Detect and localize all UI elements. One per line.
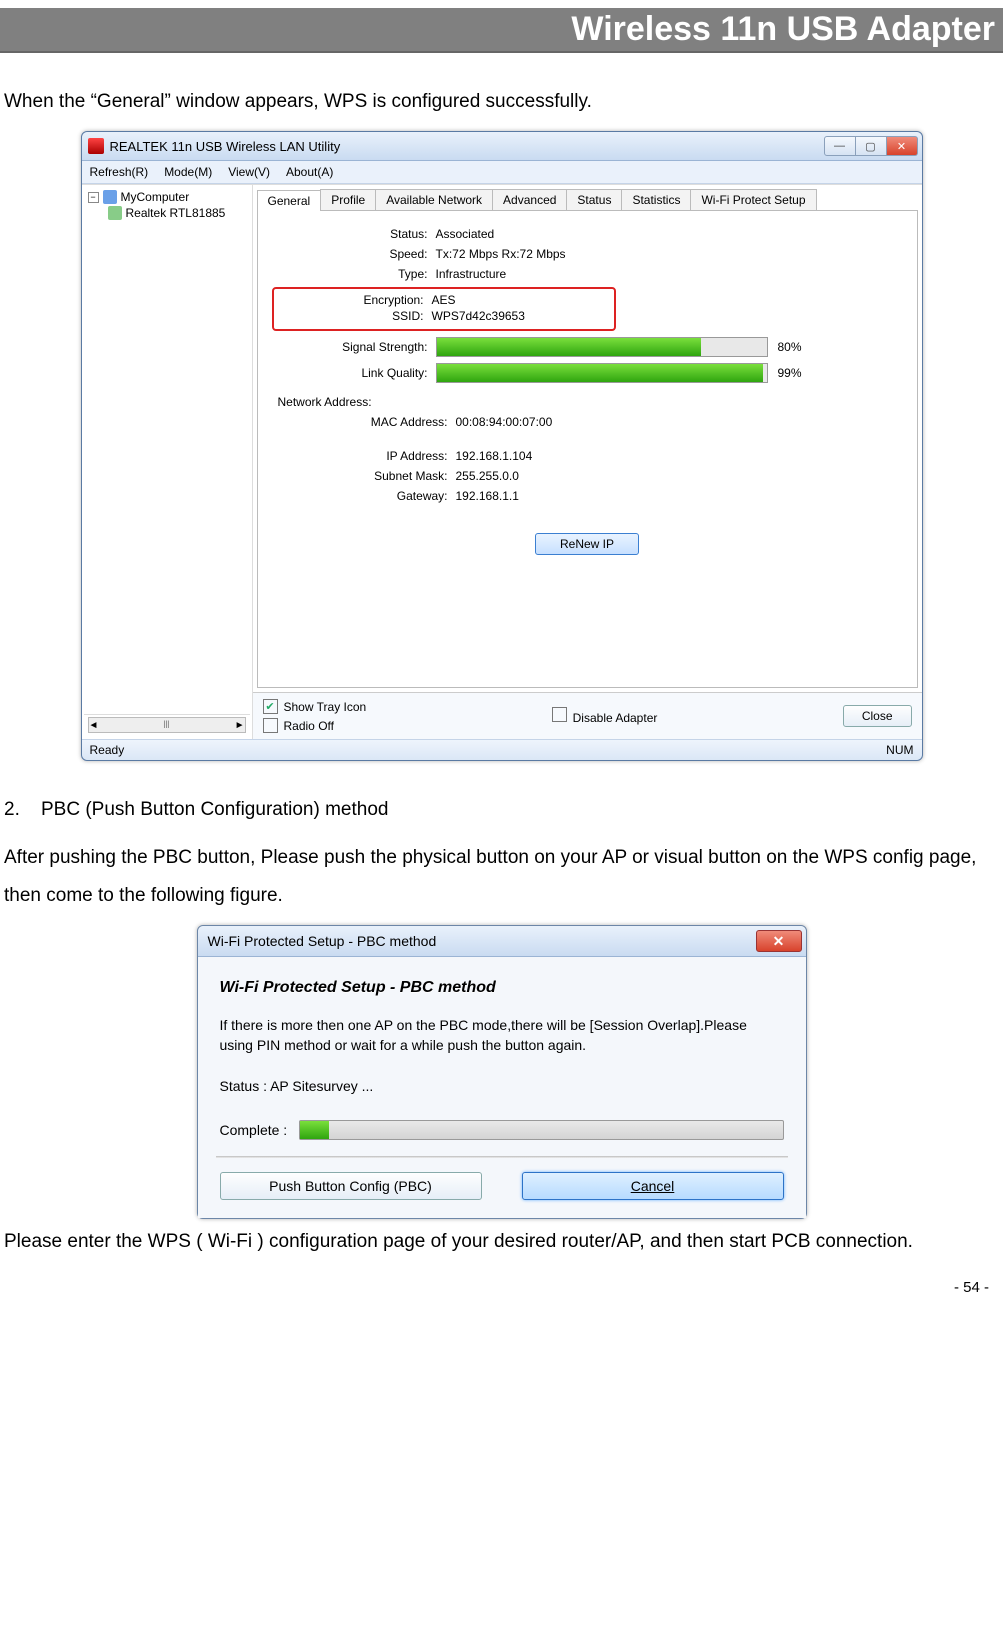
show-tray-checkbox[interactable]: ✔ (263, 699, 278, 714)
menu-about[interactable]: About(A) (286, 165, 333, 179)
gateway-label: Gateway: (278, 489, 448, 503)
signal-label: Signal Strength: (278, 340, 428, 354)
encryption-label: Encryption: (274, 293, 424, 307)
tree-child-label: Realtek RTL81885 (126, 206, 226, 220)
link-quality-label: Link Quality: (278, 366, 428, 380)
tree-root[interactable]: − MyComputer (84, 189, 250, 205)
encryption-value: AES (432, 293, 456, 307)
disable-adapter-label: Disable Adapter (573, 711, 658, 725)
tab-wps[interactable]: Wi-Fi Protect Setup (690, 189, 816, 210)
ip-value: 192.168.1.104 (456, 449, 533, 463)
type-value: Infrastructure (436, 267, 507, 281)
tab-body-general: Status: Associated Speed: Tx:72 Mbps Rx:72… (257, 211, 918, 688)
type-label: Type: (278, 267, 428, 281)
page-header-title: Wireless 11n USB Adapter (571, 10, 995, 48)
mask-value: 255.255.0.0 (456, 469, 519, 483)
computer-icon (103, 190, 117, 204)
status-ready: Ready (90, 743, 125, 757)
signal-percent: 80% (778, 340, 802, 354)
adapter-icon (108, 206, 122, 220)
link-quality-percent: 99% (778, 366, 802, 380)
page-header-band: Wireless 11n USB Adapter (0, 8, 1003, 53)
mask-label: Subnet Mask: (278, 469, 448, 483)
radio-off-label: Radio Off (284, 719, 334, 733)
speed-value: Tx:72 Mbps Rx:72 Mbps (436, 247, 566, 261)
highlight-box: Encryption: AES SSID: WPS7d42c39653 (272, 287, 616, 331)
complete-label: Complete : (220, 1122, 288, 1138)
tree-scrollbar[interactable]: ◄Ⅲ► (84, 714, 250, 735)
ssid-label: SSID: (274, 309, 424, 323)
menu-bar: Refresh(R) Mode(M) View(V) About(A) (82, 161, 922, 184)
tab-available-network[interactable]: Available Network (375, 189, 493, 210)
status-value: Associated (436, 227, 495, 241)
ssid-value: WPS7d42c39653 (432, 309, 525, 323)
maximize-button[interactable]: ▢ (856, 136, 887, 156)
progress-bar (299, 1120, 783, 1140)
network-address-header: Network Address: (278, 395, 897, 409)
dialog-heading: Wi-Fi Protected Setup - PBC method (220, 979, 784, 997)
dialog-separator (216, 1156, 788, 1158)
bottom-bar: ✔ Show Tray Icon Radio Off Disable Adapte… (253, 692, 922, 739)
dialog-titlebar[interactable]: Wi-Fi Protected Setup - PBC method ✕ (198, 926, 806, 957)
minimize-button[interactable]: — (824, 136, 856, 156)
menu-view[interactable]: View(V) (228, 165, 270, 179)
tree-child[interactable]: Realtek RTL81885 (84, 205, 250, 221)
tab-general[interactable]: General (257, 190, 322, 211)
menu-refresh[interactable]: Refresh(R) (90, 165, 149, 179)
section2-number: 2. (4, 799, 20, 820)
pbc-button[interactable]: Push Button Config (PBC) (220, 1172, 482, 1200)
outro-paragraph: Please enter the WPS ( Wi-Fi ) configura… (4, 1223, 999, 1261)
titlebar[interactable]: REALTEK 11n USB Wireless LAN Utility — ▢… (82, 132, 922, 161)
window-title: REALTEK 11n USB Wireless LAN Utility (110, 139, 824, 154)
utility-window: REALTEK 11n USB Wireless LAN Utility — ▢… (81, 131, 923, 761)
pbc-dialog: Wi-Fi Protected Setup - PBC method ✕ Wi-… (197, 925, 807, 1219)
dialog-title: Wi-Fi Protected Setup - PBC method (208, 933, 756, 949)
dialog-body: If there is more then one AP on the PBC … (220, 1015, 784, 1056)
tree-root-label: MyComputer (121, 190, 190, 204)
tab-statistics[interactable]: Statistics (621, 189, 691, 210)
app-icon (88, 138, 104, 154)
radio-off-checkbox[interactable] (263, 718, 278, 733)
close-app-button[interactable]: Close (843, 705, 912, 727)
tab-profile[interactable]: Profile (320, 189, 376, 210)
tab-advanced[interactable]: Advanced (492, 189, 567, 210)
dialog-close-button[interactable]: ✕ (756, 930, 802, 952)
section2-paragraph: After pushing the PBC button, Please pus… (4, 839, 999, 915)
section2: 2. PBC (Push Button Configuration) metho… (4, 791, 999, 829)
mac-value: 00:08:94:00:07:00 (456, 415, 553, 429)
status-label: Status: (278, 227, 428, 241)
device-tree: − MyComputer Realtek RTL81885 ◄Ⅲ► (82, 185, 253, 739)
tab-status[interactable]: Status (566, 189, 622, 210)
collapse-icon[interactable]: − (88, 192, 99, 203)
status-num: NUM (886, 743, 913, 757)
renew-ip-button[interactable]: ReNew IP (535, 533, 639, 555)
cancel-button[interactable]: Cancel (522, 1172, 784, 1200)
disable-adapter-checkbox[interactable] (552, 707, 567, 722)
speed-label: Speed: (278, 247, 428, 261)
page-number: - 54 - (0, 1271, 1003, 1296)
intro-paragraph: When the “General” window appears, WPS i… (4, 83, 999, 121)
tab-strip: General Profile Available Network Advanc… (257, 189, 918, 211)
ip-label: IP Address: (278, 449, 448, 463)
gateway-value: 192.168.1.1 (456, 489, 519, 503)
menu-mode[interactable]: Mode(M) (164, 165, 212, 179)
section2-title: PBC (Push Button Configuration) method (41, 799, 388, 820)
close-button[interactable]: ✕ (887, 136, 918, 156)
status-bar: Ready NUM (82, 739, 922, 760)
signal-bar (436, 337, 768, 357)
show-tray-label: Show Tray Icon (284, 700, 367, 714)
dialog-status: Status : AP Sitesurvey ... (220, 1078, 784, 1094)
mac-label: MAC Address: (278, 415, 448, 429)
link-quality-bar (436, 363, 768, 383)
